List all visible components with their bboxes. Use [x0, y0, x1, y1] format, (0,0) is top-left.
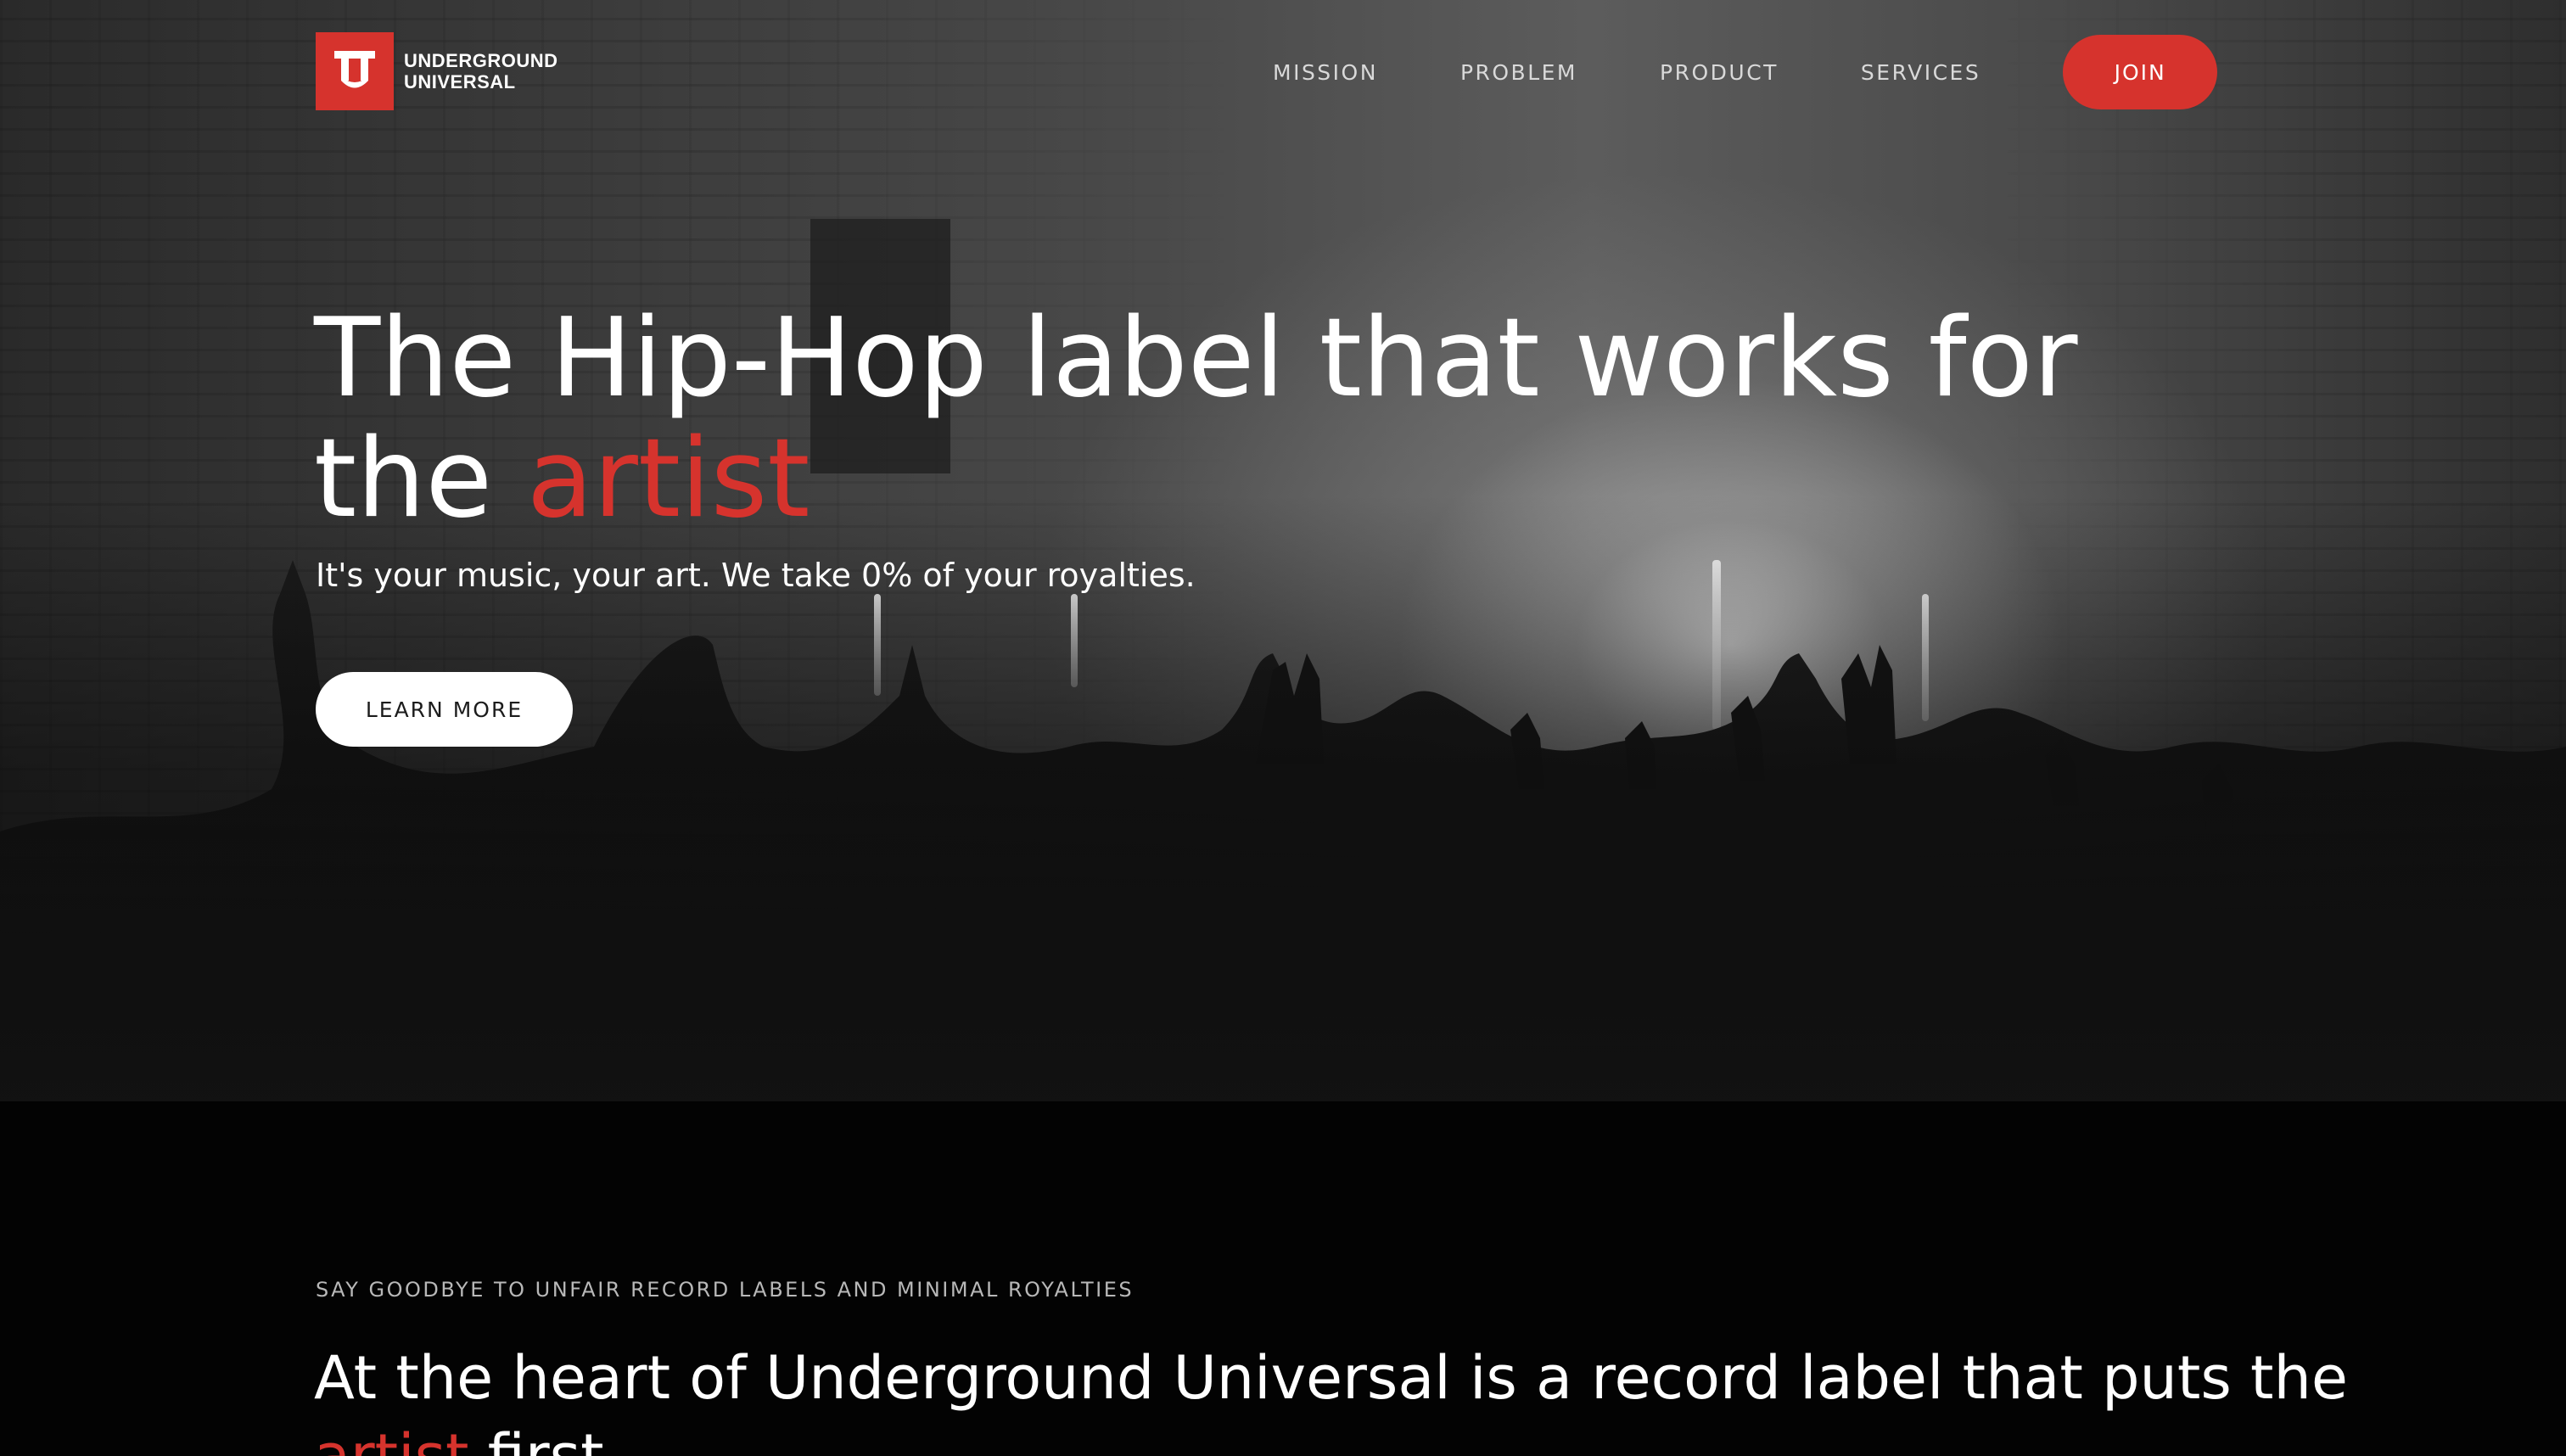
brand-name: UNDERGROUND UNIVERSAL	[404, 50, 558, 92]
nav-link-product[interactable]: PRODUCT	[1660, 60, 1779, 85]
hero-title: The Hip-Hop label that works for the art…	[314, 299, 2266, 540]
mission-heading-main: At the heart of Underground Universal is…	[314, 1343, 2348, 1413]
landing-page: UNDERGROUND UNIVERSAL MISSION PROBLEM PR…	[0, 0, 2566, 1456]
learn-more-button[interactable]: LEARN MORE	[316, 672, 573, 747]
mission-heading-end: first.	[468, 1421, 623, 1456]
u-monogram-logo-icon	[316, 32, 394, 110]
join-button[interactable]: JOIN	[2063, 35, 2218, 109]
brand-name-line1: UNDERGROUND	[404, 50, 558, 71]
nav-link-services[interactable]: SERVICES	[1861, 60, 1981, 85]
brand-logo[interactable]: UNDERGROUND UNIVERSAL	[316, 32, 558, 110]
mission-heading: At the heart of Underground Universal is…	[314, 1339, 2350, 1456]
mission-eyebrow: SAY GOODBYE TO UNFAIR RECORD LABELS AND …	[316, 1278, 1135, 1302]
mission-heading-accent: artist	[314, 1421, 469, 1456]
hero-section	[0, 0, 2566, 1101]
main-nav: MISSION PROBLEM PRODUCT SERVICES JOIN	[1273, 34, 2218, 110]
nav-link-mission[interactable]: MISSION	[1273, 60, 1378, 85]
logo-glyph	[334, 51, 375, 88]
hero-bottom-shadow	[0, 0, 2566, 1101]
hero-subtitle: It's your music, your art. We take 0% of…	[316, 557, 1196, 594]
nav-link-problem[interactable]: PROBLEM	[1460, 60, 1577, 85]
brand-name-line2: UNIVERSAL	[404, 71, 516, 92]
hero-title-accent: artist	[526, 416, 810, 542]
